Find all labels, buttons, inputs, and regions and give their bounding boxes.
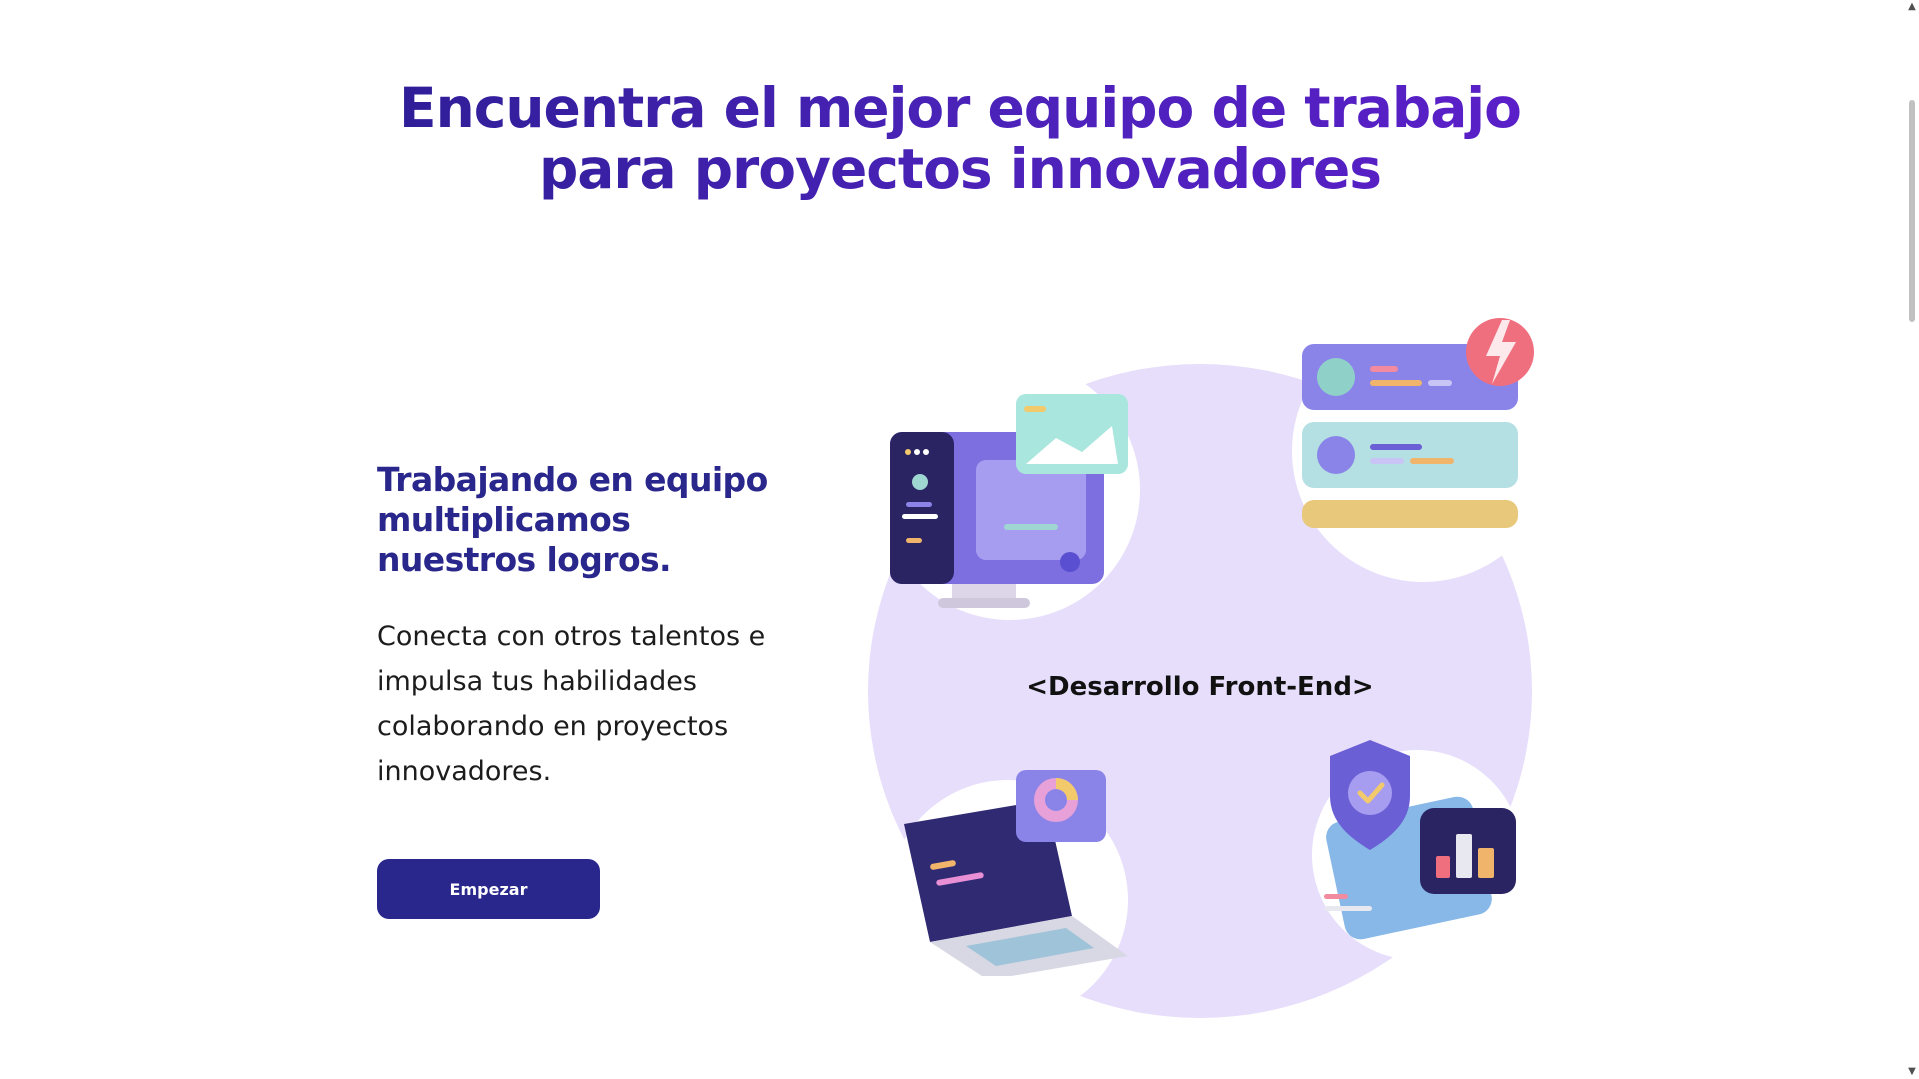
hero-title-line-2: para proyectos innovadores (538, 137, 1382, 201)
intro-description: Conecta con otros talentos e impulsa tus… (377, 621, 766, 787)
desktop-monitor-icon (886, 390, 1136, 620)
team-illustration: <Desarrollo Front-End> (860, 300, 1554, 1030)
intro-section: Trabajando en equipo multiplicamos nuest… (377, 460, 797, 794)
hero-title: Encuentra el mejor equipo de trabajo par… (360, 78, 1560, 200)
profile-cards-icon (1296, 308, 1546, 538)
scrollbar-thumb[interactable] (1909, 100, 1915, 322)
intro-subtitle: Trabajando en equipo multiplicamos nuest… (377, 460, 768, 579)
scroll-up-arrow-icon[interactable]: ▲ (1905, 0, 1919, 14)
security-dashboard-icon (1310, 738, 1550, 958)
start-button[interactable]: Empezar (377, 859, 600, 919)
laptop-icon (896, 766, 1146, 976)
illustration-center-label: <Desarrollo Front-End> (1026, 672, 1374, 702)
hero-title-line-1: Encuentra el mejor equipo de trabajo (399, 76, 1521, 140)
page-scrollbar[interactable]: ▲ ▼ (1905, 0, 1919, 1079)
scroll-down-arrow-icon[interactable]: ▼ (1905, 1065, 1919, 1079)
page: Encuentra el mejor equipo de trabajo par… (0, 0, 1919, 1079)
